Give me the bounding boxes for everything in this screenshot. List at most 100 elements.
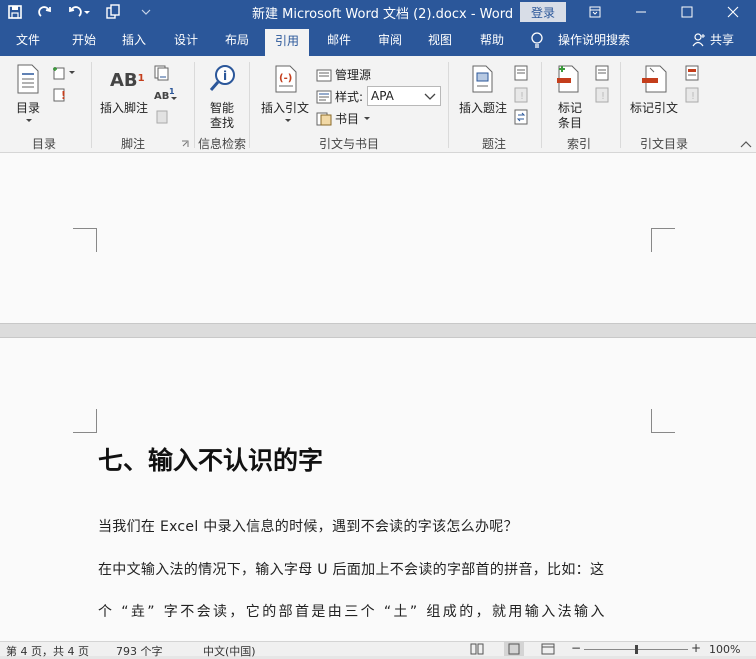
- smart-lookup-icon-button[interactable]: i: [208, 64, 238, 97]
- close-button[interactable]: [710, 0, 756, 24]
- insert-caption-icon: [472, 65, 493, 93]
- insert-table-of-authorities-button[interactable]: [685, 65, 699, 84]
- tab-review[interactable]: 审阅: [378, 31, 402, 48]
- update-table-of-authorities-button[interactable]: !: [685, 87, 699, 106]
- mark-entry-icon-button[interactable]: [556, 64, 582, 97]
- insert-footnote-icon-button[interactable]: AB1: [110, 70, 145, 91]
- tab-insert[interactable]: 插入: [122, 31, 146, 48]
- svg-text:!: !: [520, 91, 524, 102]
- chevron-down-icon: [285, 119, 291, 122]
- endnote-icon: [154, 65, 169, 81]
- zoom-out-button[interactable]: −: [571, 641, 581, 655]
- word-count[interactable]: 793 个字: [116, 643, 163, 659]
- group-label-captions: 题注: [482, 137, 507, 151]
- mark-citation-icon-button[interactable]: [640, 64, 670, 97]
- collapse-ribbon-icon[interactable]: [740, 140, 752, 148]
- document-paragraph[interactable]: 个 “垚” 字不会读，它的部首是由三个 “土” 组成的，就用输入法输入: [98, 601, 607, 621]
- insert-index-button[interactable]: [595, 65, 609, 84]
- insert-endnote-button[interactable]: [154, 65, 170, 84]
- zoom-in-button[interactable]: +: [691, 641, 701, 655]
- toc-button[interactable]: [14, 64, 42, 97]
- mark-citation-button[interactable]: 标记引文: [630, 99, 678, 116]
- table-of-authorities-icon: [685, 65, 699, 81]
- tab-design[interactable]: 设计: [174, 31, 198, 48]
- insert-footnote-button[interactable]: 插入脚注: [100, 99, 148, 116]
- undo-icon: [69, 6, 90, 17]
- insert-citation-button[interactable]: 插入引文: [261, 99, 309, 116]
- group-separator: [620, 62, 621, 148]
- tab-mailings[interactable]: 邮件: [327, 31, 351, 48]
- dialog-launcher-icon[interactable]: [181, 140, 189, 148]
- read-mode-icon[interactable]: [470, 643, 484, 655]
- update-table-of-figures-button[interactable]: !: [514, 87, 528, 106]
- add-text-button[interactable]: [52, 66, 76, 83]
- group-separator: [91, 62, 92, 148]
- margin-mark: [73, 228, 97, 252]
- cross-reference-button[interactable]: [514, 109, 528, 128]
- tab-file[interactable]: 文件: [16, 31, 40, 48]
- document-paragraph[interactable]: 在中文输入法的情况下，输入字母 U 后面加上不会读的字部首的拼音，比如：这: [98, 559, 604, 579]
- update-table-button[interactable]: !: [52, 87, 68, 106]
- window-title: 新建 Microsoft Word 文档 (2).docx - Word: [252, 7, 514, 22]
- margin-mark: [651, 409, 675, 433]
- page-current[interactable]: 七、输入不认识的字 当我们在 Excel 中录入信息的时候，遇到不会读的字该怎么…: [0, 338, 756, 641]
- zoom-level[interactable]: 100%: [709, 643, 740, 656]
- ribbon-references: 目录 ! 目录 AB1 插入脚注 AB 1 脚注 i 智能 查找 信息检索 (-)…: [0, 56, 756, 153]
- web-layout-icon[interactable]: [541, 643, 555, 655]
- tab-layout[interactable]: 布局: [225, 31, 249, 48]
- document-area[interactable]: 七、输入不认识的字 当我们在 Excel 中录入信息的时候，遇到不会读的字该怎么…: [0, 153, 756, 641]
- login-button[interactable]: 登录: [520, 2, 566, 22]
- group-separator: [448, 62, 449, 148]
- share-button[interactable]: 共享: [692, 31, 734, 48]
- margin-mark: [73, 409, 97, 433]
- margin-mark: [651, 228, 675, 252]
- manage-sources-button[interactable]: 管理源: [316, 66, 371, 83]
- language-indicator[interactable]: 中文(中国): [203, 643, 256, 659]
- tell-me-box[interactable]: 操作说明搜索: [530, 31, 630, 48]
- show-notes-button[interactable]: [156, 110, 168, 127]
- tab-help[interactable]: 帮助: [480, 31, 504, 48]
- insert-citation-icon-button[interactable]: (-): [272, 64, 302, 97]
- page-count[interactable]: 第 4 页，共 4 页: [6, 643, 89, 659]
- style-dropdown[interactable]: APA: [367, 86, 441, 106]
- svg-text:!: !: [61, 89, 66, 102]
- page-previous[interactable]: [0, 153, 756, 323]
- update-index-button[interactable]: !: [595, 87, 609, 106]
- svg-text:!: !: [691, 91, 695, 102]
- tab-view[interactable]: 视图: [428, 31, 452, 48]
- ribbon-display-options-button[interactable]: [572, 0, 618, 24]
- group-separator: [249, 62, 250, 148]
- title-bar: 新建 Microsoft Word 文档 (2).docx - Word 登录: [0, 0, 756, 24]
- print-layout-icon[interactable]: [504, 642, 524, 656]
- zoom-slider-thumb[interactable]: [635, 645, 638, 654]
- undo-button[interactable]: [60, 0, 98, 24]
- save-button[interactable]: [0, 0, 30, 24]
- chevron-down-icon: [26, 119, 32, 122]
- add-text-icon: [53, 67, 75, 80]
- redo-button[interactable]: [30, 0, 60, 24]
- bibliography-button[interactable]: 书目: [316, 110, 371, 127]
- document-paragraph[interactable]: 当我们在 Excel 中录入信息的时候，遇到不会读的字该怎么办呢？: [98, 516, 518, 536]
- customize-qat-button[interactable]: [128, 0, 164, 24]
- update-table-icon: !: [514, 87, 528, 103]
- insert-caption-button[interactable]: 插入题注: [459, 99, 507, 116]
- mark-entry-line2[interactable]: 条目: [558, 114, 582, 131]
- svg-text:1: 1: [169, 87, 175, 96]
- tab-home[interactable]: 开始: [72, 31, 96, 48]
- ab-footnote-icon: AB: [110, 70, 138, 91]
- next-footnote-button[interactable]: AB 1: [154, 87, 178, 106]
- cross-reference-icon: [514, 109, 528, 125]
- insert-caption-icon-button[interactable]: [470, 64, 496, 97]
- insert-table-of-figures-button[interactable]: [514, 65, 528, 84]
- maximize-icon: [681, 6, 693, 18]
- touch-mode-button[interactable]: [98, 0, 128, 24]
- toc-icon: [17, 64, 39, 94]
- smart-lookup-line2[interactable]: 查找: [210, 114, 234, 131]
- chevron-down-icon: [424, 93, 436, 100]
- minimize-button[interactable]: [618, 0, 664, 24]
- redo-icon: [38, 6, 51, 17]
- document-heading[interactable]: 七、输入不认识的字: [98, 441, 323, 477]
- tab-references[interactable]: 引用: [265, 29, 310, 57]
- table-of-figures-icon: [514, 65, 528, 81]
- maximize-button[interactable]: [664, 0, 710, 24]
